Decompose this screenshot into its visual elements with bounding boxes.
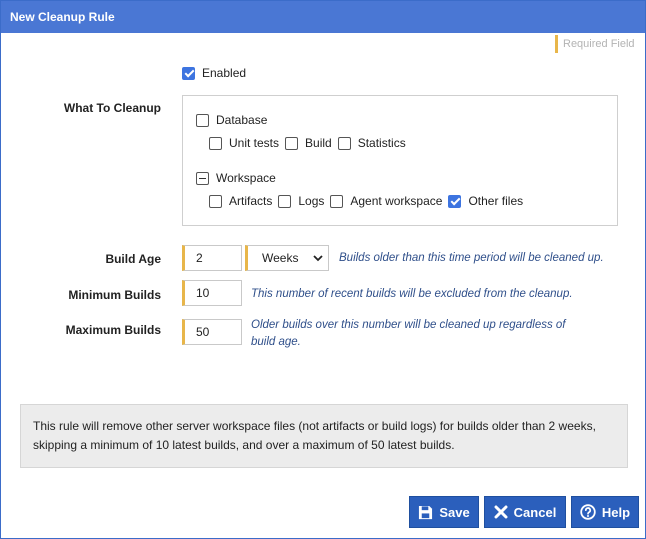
workspace-label: Workspace xyxy=(216,171,276,185)
rule-summary: This rule will remove other server works… xyxy=(20,404,628,468)
cancel-button-label: Cancel xyxy=(513,504,557,520)
maximum-builds-hint-line2: build age. xyxy=(251,336,301,348)
agent-workspace-label: Agent workspace xyxy=(350,194,443,208)
other-files-checkbox[interactable] xyxy=(448,194,462,208)
build-label: Build xyxy=(305,136,332,150)
minimum-builds-label: Minimum Builds xyxy=(68,288,161,302)
build-age-input[interactable]: 2 xyxy=(182,245,242,271)
maximum-builds-label: Maximum Builds xyxy=(65,323,161,337)
close-icon xyxy=(494,505,508,519)
cancel-button[interactable]: Cancel xyxy=(484,496,566,528)
help-button-label: Help xyxy=(601,504,631,520)
build-checkbox[interactable] xyxy=(285,136,299,150)
database-row: Database xyxy=(196,113,273,127)
maximum-builds-hint: Older builds over this number will be cl… xyxy=(251,317,566,351)
database-checkbox[interactable] xyxy=(196,113,209,127)
workspace-row: Workspace xyxy=(196,171,282,185)
chevron-down-icon xyxy=(313,255,323,262)
maximum-builds-hint-line1: Older builds over this number will be cl… xyxy=(251,319,566,331)
save-button[interactable]: Save xyxy=(409,496,479,528)
what-to-cleanup-label: What To Cleanup xyxy=(63,101,161,115)
enabled-checkbox[interactable] xyxy=(182,66,195,80)
save-icon xyxy=(419,505,433,519)
artifacts-checkbox[interactable] xyxy=(209,194,222,208)
workspace-items-row: Artifacts Logs Agent workspace Other fil… xyxy=(209,194,529,208)
logs-checkbox[interactable] xyxy=(278,194,292,208)
agent-workspace-checkbox[interactable] xyxy=(330,194,344,208)
dialog-title: New Cleanup Rule xyxy=(1,1,645,33)
summary-line1: This rule will remove other server works… xyxy=(33,419,596,433)
summary-line2: skipping a minimum of 10 latest builds, … xyxy=(33,438,455,452)
other-files-label: Other files xyxy=(468,194,524,208)
unit-tests-label: Unit tests xyxy=(229,136,280,150)
minimum-builds-hint: This number of recent builds will be exc… xyxy=(251,288,573,300)
database-label: Database xyxy=(216,113,268,127)
cleanup-rule-dialog: New Cleanup Rule Required Field Enabled … xyxy=(0,0,646,539)
help-icon xyxy=(580,504,596,520)
enabled-row: Enabled xyxy=(182,66,252,80)
save-button-label: Save xyxy=(439,504,470,520)
logs-label: Logs xyxy=(298,194,325,208)
artifacts-label: Artifacts xyxy=(229,194,273,208)
minimum-builds-input[interactable]: 10 xyxy=(182,280,242,306)
unit-tests-checkbox[interactable] xyxy=(209,136,222,150)
maximum-builds-input[interactable]: 50 xyxy=(182,319,242,345)
build-age-label: Build Age xyxy=(105,252,161,266)
statistics-label: Statistics xyxy=(357,136,406,150)
help-button[interactable]: Help xyxy=(571,496,639,528)
database-items-row: Unit tests Build Statistics xyxy=(209,136,412,150)
build-age-unit-value: Weeks xyxy=(262,251,299,265)
build-age-unit-select[interactable]: Weeks xyxy=(245,245,329,271)
enabled-label: Enabled xyxy=(202,66,247,80)
required-field-legend: Required Field xyxy=(555,35,635,53)
build-age-hint: Builds older than this time period will … xyxy=(339,252,604,264)
statistics-checkbox[interactable] xyxy=(337,136,351,150)
workspace-checkbox[interactable] xyxy=(196,171,209,185)
